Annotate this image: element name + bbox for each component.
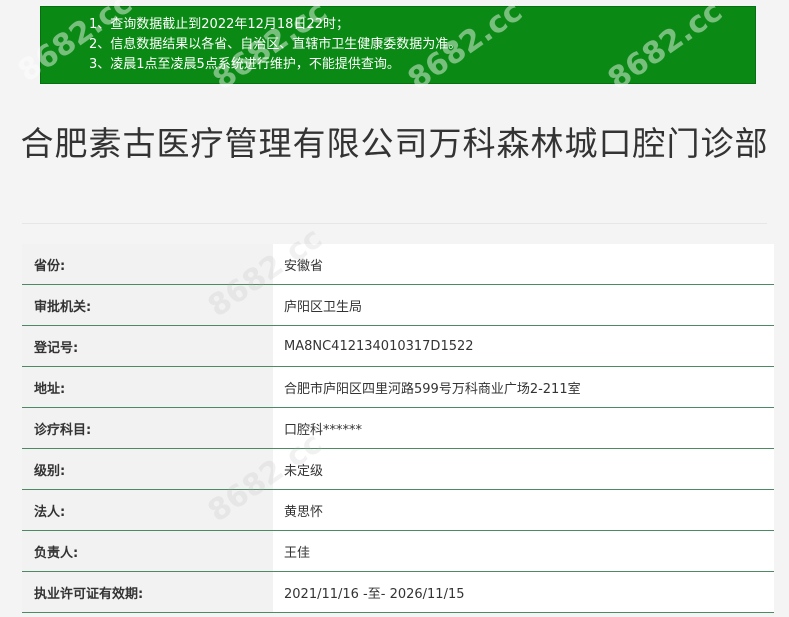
title-divider: [22, 223, 767, 224]
table-row-person-in-charge: 负责人: 王佳: [22, 531, 774, 572]
page-title: 合肥素古医疗管理有限公司万科森林城口腔门诊部: [20, 124, 769, 163]
table-row-province: 省份: 安徽省: [22, 244, 774, 285]
row-value: 合肥市庐阳区四里河路599号万科商业广场2-211室: [273, 367, 774, 407]
row-label: 诊疗科目:: [22, 408, 273, 448]
row-value: 王佳: [273, 531, 774, 571]
table-row-registration: 登记号: MA8NC412134010317D1522: [22, 326, 774, 367]
row-value: 安徽省: [273, 244, 774, 284]
row-label: 法人:: [22, 490, 273, 530]
row-value: MA8NC412134010317D1522: [273, 326, 774, 366]
table-row-address: 地址: 合肥市庐阳区四里河路599号万科商业广场2-211室: [22, 367, 774, 408]
row-label: 审批机关:: [22, 285, 273, 325]
notice-line-1: 1、查询数据截止到2022年12月18日22时；: [89, 17, 349, 32]
row-label: 负责人:: [22, 531, 273, 571]
row-value: 口腔科******: [273, 408, 774, 448]
info-table: 省份: 安徽省 审批机关: 庐阳区卫生局 登记号: MA8NC412134010…: [22, 244, 774, 613]
notice-line-2: 2、信息数据结果以各省、自治区、直辖市卫生健康委数据为准。: [89, 37, 462, 52]
table-row-legal-person: 法人: 黄思怀: [22, 490, 774, 531]
table-row-license-validity: 执业许可证有效期: 2021/11/16 -至- 2026/11/15: [22, 572, 774, 613]
row-value: 未定级: [273, 449, 774, 489]
table-row-departments: 诊疗科目: 口腔科******: [22, 408, 774, 449]
row-value: 黄思怀: [273, 490, 774, 530]
row-label: 省份:: [22, 244, 273, 284]
row-label: 执业许可证有效期:: [22, 572, 273, 612]
notice-banner: 1、查询数据截止到2022年12月18日22时； 2、信息数据结果以各省、自治区…: [40, 6, 756, 84]
row-value: 2021/11/16 -至- 2026/11/15: [273, 572, 774, 612]
notice-line-3: 3、凌晨1点至凌晨5点系统进行维护，不能提供查询。: [89, 57, 400, 72]
row-label: 登记号:: [22, 326, 273, 366]
table-row-authority: 审批机关: 庐阳区卫生局: [22, 285, 774, 326]
row-value: 庐阳区卫生局: [273, 285, 774, 325]
row-label: 地址:: [22, 367, 273, 407]
row-label: 级别:: [22, 449, 273, 489]
table-row-level: 级别: 未定级: [22, 449, 774, 490]
